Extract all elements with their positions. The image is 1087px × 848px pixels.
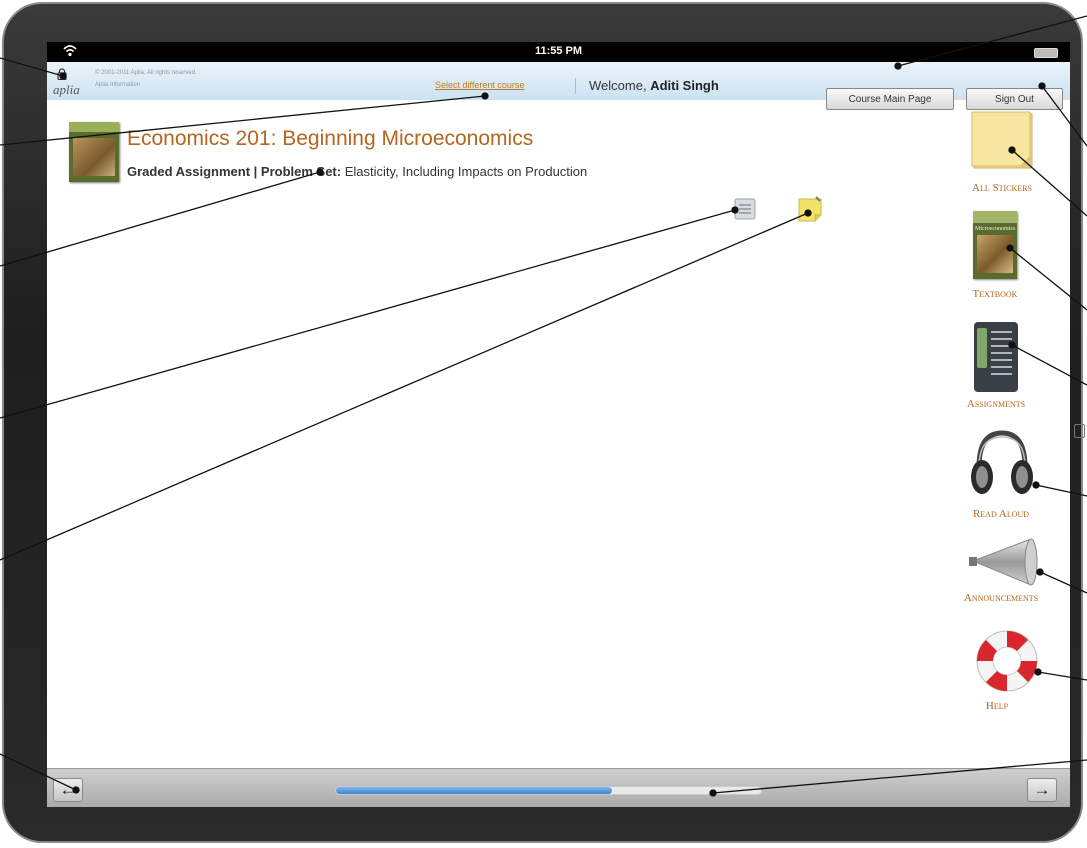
- life-ring-icon[interactable]: [970, 625, 1044, 697]
- status-bar: 11:55 PM: [47, 42, 1070, 62]
- lock-icon: [57, 68, 67, 80]
- aplia-logo: aplia: [53, 82, 80, 97]
- battery-icon: [1034, 48, 1058, 58]
- copyright-text: © 2001-2011 Aplia. All rights reserved.: [95, 70, 197, 76]
- sticky-notes-icon[interactable]: [970, 110, 1036, 172]
- progress-fill: [336, 787, 612, 794]
- course-book-thumbnail: [69, 122, 119, 182]
- assignment-type: Graded Assignment | Problem Set:: [127, 164, 342, 179]
- next-page-button[interactable]: →: [1027, 778, 1057, 802]
- assignments-label[interactable]: Assignments: [941, 398, 1051, 410]
- read-aloud-label[interactable]: Read Aloud: [946, 508, 1056, 520]
- assignment-name: Elasticity, Including Impacts on Product…: [344, 164, 588, 179]
- header-divider: [575, 78, 576, 94]
- welcome-prefix: Welcome,: [589, 78, 647, 93]
- clock-time: 11:55 PM: [534, 45, 583, 57]
- announcements-label[interactable]: Announcements: [946, 592, 1056, 604]
- assignment-line: Graded Assignment | Problem Set: Elastic…: [127, 164, 587, 179]
- assignments-icon[interactable]: [974, 322, 1018, 392]
- welcome-message: Welcome, Aditi Singh: [589, 78, 719, 93]
- app-header: aplia © 2001-2011 Aplia. All rights rese…: [47, 62, 1070, 110]
- notes-icon[interactable]: [733, 197, 757, 221]
- sign-out-button[interactable]: Sign Out: [966, 88, 1063, 110]
- user-name: Aditi Singh: [650, 78, 719, 93]
- select-course-link[interactable]: Select different course: [435, 80, 524, 90]
- progress-bar[interactable]: [335, 786, 762, 795]
- textbook-icon[interactable]: Microeconomics: [973, 211, 1017, 279]
- megaphone-icon[interactable]: [967, 535, 1041, 589]
- course-main-page-button[interactable]: Course Main Page: [826, 88, 954, 110]
- all-stickers-label[interactable]: All Stickers: [947, 182, 1057, 194]
- textbook-cover-title: Microeconomics: [975, 226, 1016, 232]
- legal-link[interactable]: Aplia Information: [95, 82, 140, 88]
- previous-page-button[interactable]: ←: [53, 778, 83, 802]
- book-cover-painting: [73, 138, 115, 176]
- course-title: Economics 201: Beginning Microeconomics: [127, 127, 534, 150]
- device-side-button: [1074, 424, 1085, 438]
- bottom-toolbar: ← →: [47, 768, 1070, 807]
- headphones-icon[interactable]: [967, 427, 1037, 499]
- help-label[interactable]: Help: [942, 700, 1052, 712]
- book-cover-band: [69, 122, 119, 132]
- textbook-cover-band: [973, 211, 1017, 223]
- app-screen: 11:55 PM aplia © 2001-2011 Aplia. All ri…: [47, 42, 1070, 807]
- textbook-cover-painting: [977, 235, 1013, 273]
- sticky-note-icon[interactable]: [796, 195, 824, 223]
- textbook-label[interactable]: Textbook: [940, 288, 1050, 300]
